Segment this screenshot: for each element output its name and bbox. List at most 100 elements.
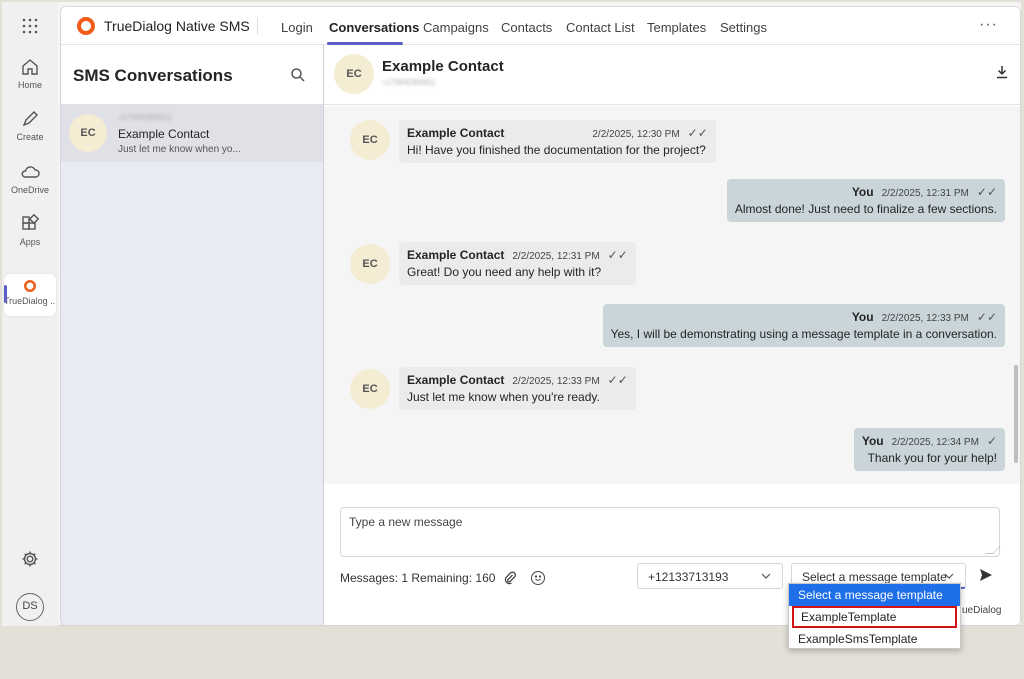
user-avatar[interactable]: DS	[16, 593, 44, 621]
from-number-value: +12133713193	[648, 570, 729, 584]
conversation-list-title: SMS Conversations	[73, 66, 233, 85]
template-option-placeholder[interactable]: Select a message template	[789, 584, 960, 606]
rail-item-apps[interactable]: Apps	[4, 213, 56, 247]
rail-item-label: Apps	[19, 237, 41, 247]
message-input[interactable]: Type a new message	[340, 507, 1001, 557]
chat-panel: EC Example Contact +17604283551 EC Examp…	[324, 45, 1020, 625]
rail-item-home[interactable]: Home	[4, 56, 56, 90]
rail-item-onedrive[interactable]: OneDrive	[4, 161, 56, 195]
app-launcher-icon[interactable]	[22, 18, 38, 34]
settings-icon[interactable]	[21, 550, 39, 568]
message-sender: You	[851, 185, 874, 199]
tab-contact-list[interactable]: Contact List	[566, 20, 635, 35]
tab-contacts[interactable]: Contacts	[501, 20, 552, 35]
read-receipt-icon: ✓✓	[687, 126, 708, 140]
template-dropdown-list: Select a message template ExampleTemplat…	[788, 583, 961, 649]
chat-header: EC Example Contact +17604283551	[324, 45, 1020, 105]
message-time: 2/2/2025, 12:30 PM	[592, 129, 680, 140]
message-thread: EC Example Contact 2/2/2025, 12:30 PM ✓✓ H…	[324, 106, 1020, 484]
emoji-icon[interactable]	[531, 571, 546, 585]
conversation-item[interactable]: EC +17604283551 Example Contact Just let…	[61, 104, 323, 162]
message-text: Great! Do you need any help with it?	[407, 265, 602, 279]
message-text: Thank you for your help!	[867, 451, 997, 465]
message-text: Almost done! Just need to finalize a few…	[734, 202, 997, 216]
conversation-name: Example Contact	[118, 127, 210, 141]
contact-avatar: EC	[350, 120, 390, 160]
send-icon[interactable]	[978, 567, 994, 583]
tab-settings[interactable]: Settings	[720, 20, 767, 35]
download-icon[interactable]	[994, 64, 1010, 80]
pen-icon	[22, 111, 38, 127]
attachment-icon[interactable]	[503, 571, 517, 585]
composer-footer: Messages: 1 Remaining: 160	[340, 571, 546, 585]
tab-templates[interactable]: Templates	[647, 20, 706, 35]
powered-by-text: ueDialog	[962, 605, 1002, 616]
read-receipt-icon: ✓✓	[607, 373, 628, 387]
message-outgoing: You 2/2/2025, 12:33 PM ✓✓ Yes, I will be d…	[602, 304, 1005, 347]
tab-campaigns[interactable]: Campaigns	[423, 20, 489, 35]
rail-item-label: TrueDialog ...	[4, 296, 56, 306]
conversation-phone: +17604283551	[118, 113, 172, 122]
chat-phone: +17604283551	[382, 78, 436, 87]
contact-avatar: EC	[350, 244, 390, 284]
message-time: 2/2/2025, 12:31 PM	[512, 251, 600, 262]
read-receipt-icon: ✓✓	[607, 248, 628, 262]
tab-login[interactable]: Login	[281, 20, 313, 35]
message-outgoing: You 2/2/2025, 12:34 PM ✓ Thank you for you…	[853, 428, 1005, 471]
nav-divider	[257, 17, 258, 35]
read-receipt-icon: ✓✓	[976, 185, 997, 199]
contact-avatar: EC	[350, 369, 390, 409]
message-sender: You	[851, 310, 874, 324]
search-icon[interactable]	[290, 67, 306, 83]
message-time: 2/2/2025, 12:31 PM	[881, 188, 969, 199]
message-time: 2/2/2025, 12:34 PM	[891, 437, 979, 448]
template-option-examplesmstemplate[interactable]: ExampleSmsTemplate	[789, 628, 960, 650]
rail-item-truedialog[interactable]: TrueDialog ...	[4, 274, 56, 316]
rail-item-label: OneDrive	[10, 185, 49, 195]
from-number-select[interactable]: +12133713193	[637, 563, 783, 589]
contact-avatar: EC	[334, 54, 374, 94]
message-outgoing: You 2/2/2025, 12:31 PM ✓✓ Almost done! Jus…	[726, 179, 1005, 222]
brand: TrueDialog Native SMS	[77, 17, 250, 35]
truedialog-app: TrueDialog Native SMS Login Conversation…	[60, 6, 1021, 626]
more-options-icon[interactable]: ···	[979, 16, 998, 34]
tab-conversations[interactable]: Conversations	[329, 20, 419, 35]
message-bubble: Example Contact 2/2/2025, 12:30 PM ✓✓ Hi! …	[399, 120, 716, 163]
rail-item-label: Create	[16, 132, 44, 142]
apps-icon	[22, 213, 40, 230]
template-select-value: Select a message template	[802, 570, 947, 584]
contact-avatar: EC	[69, 114, 107, 152]
chevron-down-icon	[944, 573, 954, 579]
rail-item-create[interactable]: Create	[4, 108, 56, 142]
message-text: Hi! Have you finished the documentation …	[407, 143, 706, 157]
message-sender: You	[861, 434, 884, 448]
cloud-icon	[21, 166, 40, 178]
read-receipt-icon: ✓✓	[976, 310, 997, 324]
read-receipt-icon: ✓	[986, 434, 997, 448]
message-sender: Example Contact	[407, 126, 505, 140]
message-time: 2/2/2025, 12:33 PM	[512, 376, 600, 387]
message-text: Just let me know when you're ready.	[407, 390, 600, 404]
message-counter: Messages: 1 Remaining: 160	[340, 571, 496, 585]
conversation-preview: Just let me know when yo...	[118, 144, 241, 155]
brand-title: TrueDialog Native SMS	[104, 18, 250, 34]
message-sender: Example Contact	[407, 248, 505, 262]
rail-item-label: Home	[17, 80, 42, 90]
template-option-exampletemplate[interactable]: ExampleTemplate	[792, 606, 957, 628]
message-input-placeholder: Type a new message	[349, 515, 463, 529]
message-bubble: Example Contact 2/2/2025, 12:33 PM ✓✓ Just…	[399, 367, 636, 410]
resize-handle[interactable]	[985, 546, 1001, 554]
conversation-list: SMS Conversations EC +17604283551 Exampl…	[61, 45, 324, 625]
truedialog-icon	[24, 280, 36, 292]
home-icon	[22, 59, 38, 75]
message-text: Yes, I will be demonstrating using a mes…	[610, 327, 997, 341]
rail-active-indicator	[4, 285, 7, 303]
teams-window: Home Create OneDrive Apps TrueDialog ...…	[2, 2, 1021, 626]
message-time: 2/2/2025, 12:33 PM	[881, 313, 969, 324]
truedialog-logo-icon	[77, 17, 95, 35]
message-scrollbar[interactable]	[1014, 365, 1018, 463]
chat-title: Example Contact	[382, 58, 504, 75]
message-sender: Example Contact	[407, 373, 505, 387]
top-navigation: TrueDialog Native SMS Login Conversation…	[61, 7, 1020, 45]
chevron-down-icon	[761, 573, 771, 579]
